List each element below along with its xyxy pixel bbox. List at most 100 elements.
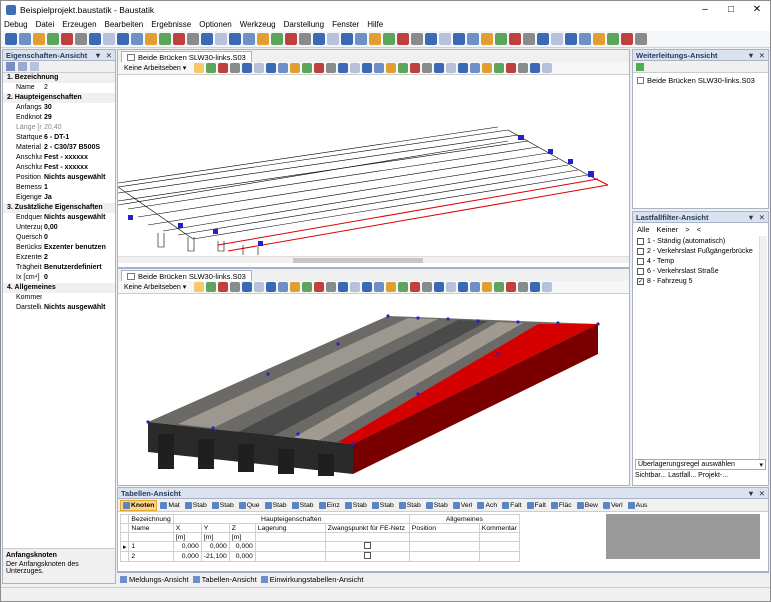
view-tool-icon[interactable]	[398, 63, 409, 73]
table-tool-button[interactable]: Stab	[343, 500, 369, 511]
cell-x[interactable]: 0,000	[172, 541, 202, 552]
table-tool-button[interactable]: Knoten	[120, 499, 158, 511]
toolbar-icon[interactable]	[313, 33, 325, 45]
toolbar-icon[interactable]	[187, 33, 199, 45]
view-tool-icon[interactable]	[218, 63, 229, 73]
view-tool-icon[interactable]	[194, 63, 205, 73]
cell-position[interactable]	[408, 551, 480, 562]
toolbar-icon[interactable]	[117, 33, 129, 45]
toolbar-icon[interactable]	[509, 33, 521, 45]
property-value[interactable]: Fest - xxxxxx	[42, 153, 115, 163]
table-row[interactable]: ▸ 1 0,000 0,000 0,000	[119, 541, 520, 552]
toolbar-icon[interactable]	[565, 33, 577, 45]
toolbar-icon[interactable]	[285, 33, 297, 45]
property-row[interactable]: Endknoten29	[3, 113, 115, 123]
table-tool-button[interactable]: Verl	[601, 500, 625, 511]
toolbar-icon[interactable]	[33, 33, 45, 45]
toolbar-icon[interactable]	[481, 33, 493, 45]
property-row[interactable]: Bemessung1	[3, 183, 115, 193]
view-tool-icon[interactable]	[434, 63, 445, 73]
toolbar-icon[interactable]	[131, 33, 143, 45]
close-icon[interactable]: ✕	[106, 51, 112, 60]
sort-category-icon[interactable]	[6, 62, 15, 71]
loadcase-item[interactable]: 2 - Verkehrslast Fußgängerbrücke	[633, 246, 768, 256]
filter-none[interactable]: Keiner	[657, 225, 679, 234]
toolbar-icon[interactable]	[439, 33, 451, 45]
loadcase-item[interactable]: 6 - Verkehrslast Straße	[633, 266, 768, 276]
toolbar-icon[interactable]	[243, 33, 255, 45]
toolbar-icon[interactable]	[61, 33, 73, 45]
view-tool-icon[interactable]	[254, 282, 265, 292]
view-tool-icon[interactable]	[530, 282, 541, 292]
property-value[interactable]: Nichts ausgewählt	[42, 213, 115, 223]
toolbar-icon[interactable]	[229, 33, 241, 45]
property-value[interactable]: 20,40	[42, 123, 115, 133]
cell-zwangspunkt[interactable]	[324, 541, 410, 552]
pin-icon[interactable]: ▼	[94, 51, 101, 60]
property-row[interactable]: Position Nichts ausgewählt	[3, 173, 115, 183]
table-tool-button[interactable]: Einz	[317, 500, 342, 511]
view-tool-icon[interactable]	[422, 63, 433, 73]
refresh-icon[interactable]	[636, 63, 644, 71]
toolbar-icon[interactable]	[383, 33, 395, 45]
table-tool-button[interactable]: Stab	[370, 500, 396, 511]
overlay-rule-select[interactable]: Überlagerungsregel auswählen ▾	[635, 459, 766, 470]
view-tool-icon[interactable]	[302, 63, 313, 73]
menu-fenster[interactable]: Fenster	[332, 20, 359, 29]
forwarding-item[interactable]: Beide Brücken SLW30-links.S03	[633, 73, 768, 88]
toolbar-icon[interactable]	[607, 33, 619, 45]
property-row[interactable]: Material 2 - C30/37 B500S	[3, 143, 115, 153]
property-value[interactable]: 0	[42, 273, 115, 283]
cell-position[interactable]	[408, 541, 480, 552]
view-tool-icon[interactable]	[470, 282, 481, 292]
filter-prev[interactable]: <	[697, 225, 701, 234]
view-tool-icon[interactable]	[542, 282, 553, 292]
maximize-button[interactable]: □	[718, 1, 744, 18]
toolbar-icon[interactable]	[5, 33, 17, 45]
tab-sichtbar[interactable]: Sichtbar...	[635, 472, 666, 484]
property-row[interactable]: Unterzugsv0,00	[3, 223, 115, 233]
menu-erzeugen[interactable]: Erzeugen	[62, 20, 96, 29]
view-tool-icon[interactable]	[230, 63, 241, 73]
toolbar-icon[interactable]	[103, 33, 115, 45]
minimize-button[interactable]: –	[692, 1, 718, 18]
toolbar-icon[interactable]	[523, 33, 535, 45]
view-tool-icon[interactable]	[362, 63, 373, 73]
view-tool-icon[interactable]	[446, 282, 457, 292]
checkbox[interactable]	[363, 542, 371, 549]
menu-werkzeug[interactable]: Werkzeug	[240, 20, 276, 29]
toolbar-icon[interactable]	[75, 33, 87, 45]
tab-projekt[interactable]: Projekt-...	[698, 472, 728, 484]
table-tool-button[interactable]: Bew	[575, 500, 600, 511]
view-tool-icon[interactable]	[290, 282, 301, 292]
checkbox[interactable]	[363, 552, 371, 559]
view-tool-icon[interactable]	[242, 63, 253, 73]
table-tool-button[interactable]: Stab	[424, 500, 450, 511]
property-row[interactable]: Exzenter (bz2	[3, 253, 115, 263]
property-value[interactable]: 29	[42, 113, 115, 123]
loadcase-item[interactable]: ✓ 8 - Fahrzeug 5	[633, 276, 768, 286]
sort-alpha-icon[interactable]	[18, 62, 27, 71]
property-value[interactable]: 1	[42, 183, 115, 193]
cell-z[interactable]: 0,000	[228, 551, 256, 562]
toolbar-icon[interactable]	[593, 33, 605, 45]
property-value[interactable]: Nichts ausgewählt	[42, 303, 115, 313]
table-row[interactable]: 2 0,000 -21,100 0,000	[119, 551, 520, 562]
menu-optionen[interactable]: Optionen	[199, 20, 231, 29]
view-tool-icon[interactable]	[506, 282, 517, 292]
toolbar-icon[interactable]	[201, 33, 213, 45]
table-tool-button[interactable]: Stab	[263, 500, 289, 511]
menu-bearbeiten[interactable]: Bearbeiten	[105, 20, 144, 29]
view-tool-icon[interactable]	[350, 63, 361, 73]
property-row[interactable]: EndquerschNichts ausgewählt	[3, 213, 115, 223]
property-value[interactable]: 0	[42, 233, 115, 243]
menu-ergebnisse[interactable]: Ergebnisse	[151, 20, 191, 29]
toolbar-icon[interactable]	[355, 33, 367, 45]
toolbar-icon[interactable]	[19, 33, 31, 45]
toolbar-icon[interactable]	[425, 33, 437, 45]
table-tool-button[interactable]: Que	[237, 500, 262, 511]
view-tool-icon[interactable]	[518, 282, 529, 292]
close-button[interactable]: ✕	[744, 1, 770, 18]
view-tool-icon[interactable]	[482, 63, 493, 73]
tab-lastfall[interactable]: Lastfall...	[668, 472, 696, 484]
